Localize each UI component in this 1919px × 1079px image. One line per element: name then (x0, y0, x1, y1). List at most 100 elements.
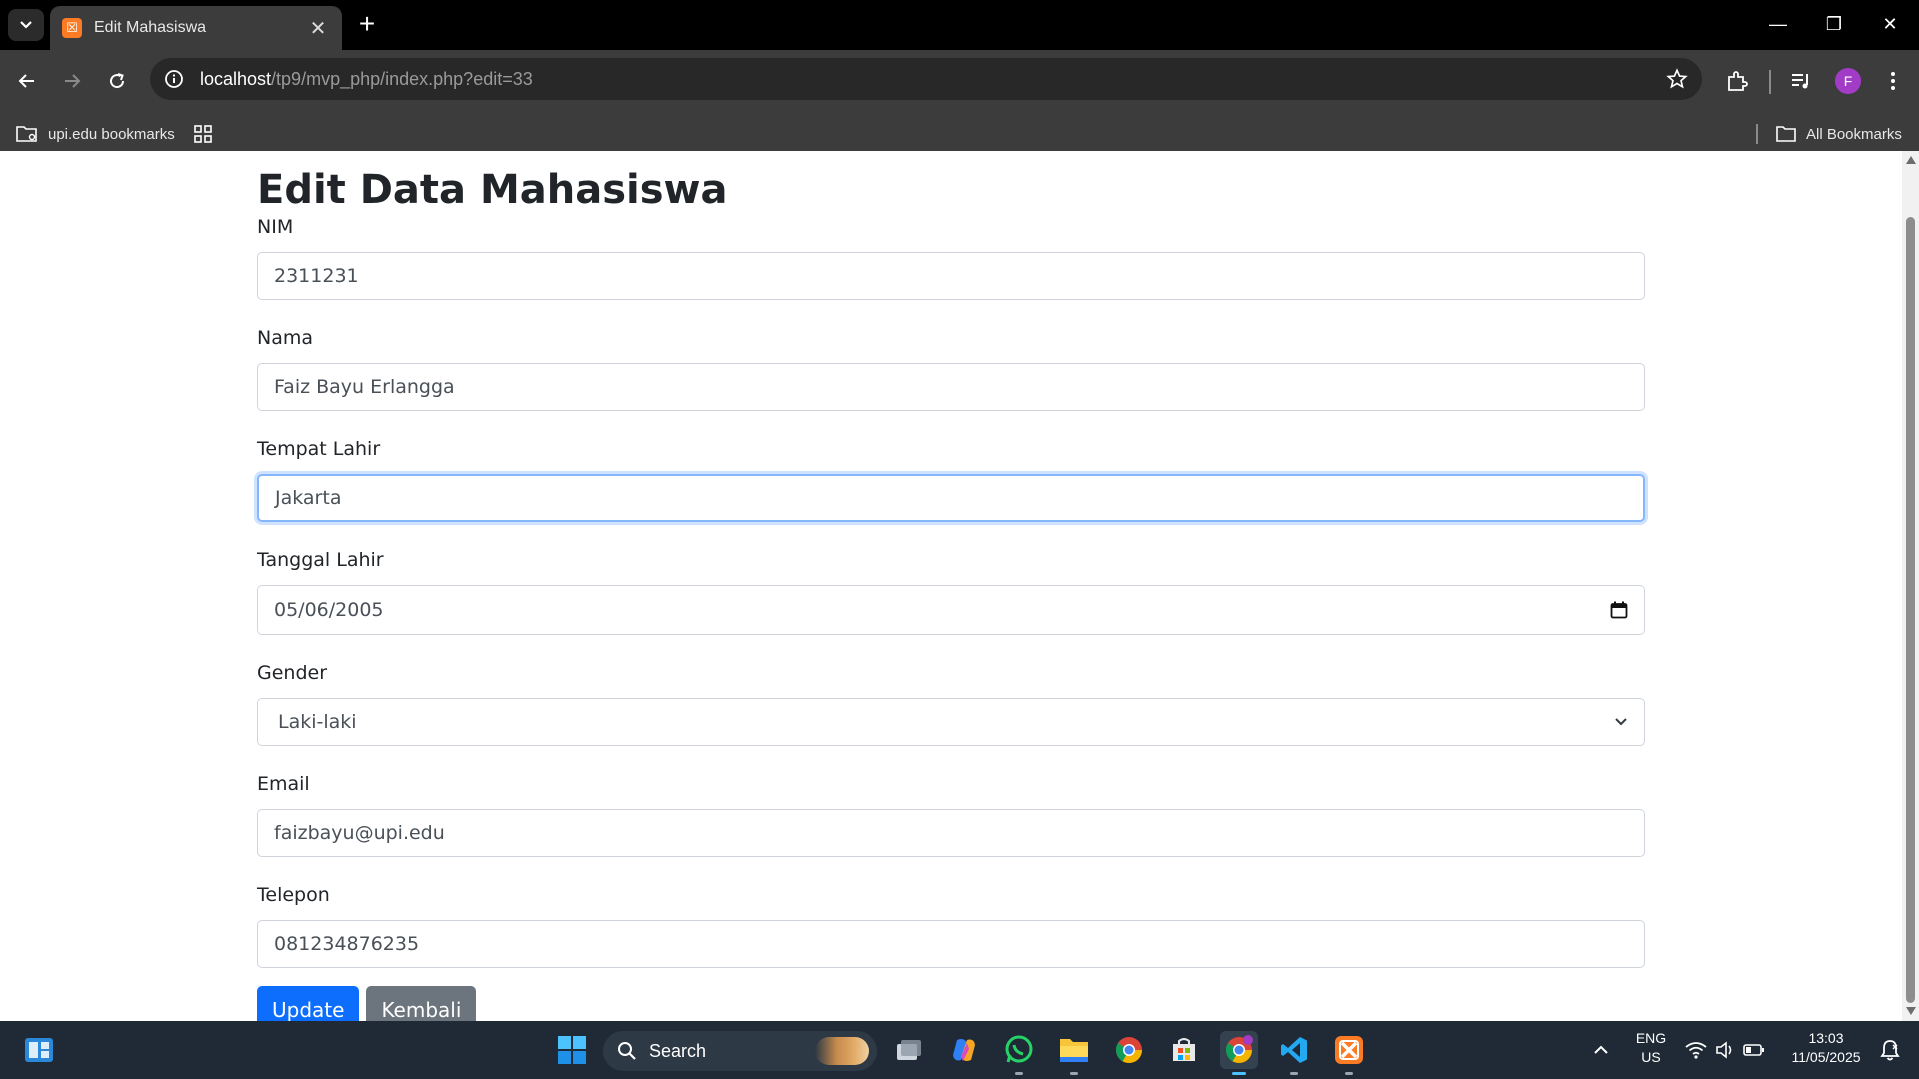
xampp-icon (1335, 1036, 1363, 1064)
chrome-profile-button[interactable] (1220, 1031, 1258, 1075)
tab-search-button[interactable] (8, 9, 44, 41)
address-bar[interactable]: localhost/tp9/mvp_php/index.php?edit=33 (150, 58, 1702, 100)
telepon-label: Telepon (257, 884, 330, 906)
search-highlight-image (815, 1037, 869, 1065)
close-window-button[interactable]: ✕ (1870, 8, 1910, 40)
bookmark-folder-upi[interactable]: upi.edu bookmarks (16, 125, 175, 143)
language-code: ENG (1635, 1030, 1667, 1046)
clock-time: 13:03 (1808, 1030, 1844, 1046)
forward-button[interactable] (55, 64, 89, 98)
minimize-button[interactable]: — (1758, 8, 1798, 40)
browser-menu-button[interactable] (1876, 64, 1910, 98)
widgets-icon (25, 1038, 53, 1062)
bookmarks-divider (1756, 124, 1758, 144)
notifications-button[interactable] (1875, 1031, 1905, 1069)
page-viewport: Edit Data Mahasiswa NIM 2311231 Nama Fai… (0, 151, 1902, 1021)
profile-button[interactable]: F (1831, 64, 1865, 98)
more-vertical-icon (1891, 72, 1895, 90)
xampp-button[interactable] (1330, 1031, 1368, 1075)
bookmark-star-icon[interactable] (1666, 68, 1688, 95)
puzzle-icon (1728, 71, 1748, 91)
vscode-button[interactable] (1275, 1031, 1313, 1075)
microsoft-store-button[interactable] (1165, 1031, 1203, 1069)
store-icon (1173, 1038, 1195, 1061)
media-control-button[interactable] (1784, 64, 1818, 98)
file-explorer-button[interactable] (1055, 1031, 1093, 1075)
page-scrollbar[interactable] (1902, 151, 1919, 1021)
running-indicator (1070, 1072, 1078, 1075)
folder-icon (1060, 1039, 1088, 1062)
bell-icon (1880, 1040, 1900, 1061)
task-view-button[interactable] (890, 1031, 928, 1069)
tempat-lahir-value: Jakarta (275, 487, 342, 509)
tab-edit-mahasiswa[interactable]: ☒ Edit Mahasiswa ✕ (50, 6, 342, 50)
wifi-icon (1685, 1042, 1707, 1059)
show-hidden-icons-button[interactable] (1582, 1031, 1620, 1069)
avatar: F (1835, 68, 1861, 94)
apps-grid-icon (194, 125, 212, 143)
reload-button[interactable] (100, 64, 134, 98)
back-button[interactable] (10, 64, 44, 98)
nama-input[interactable]: Faiz Bayu Erlangga (257, 363, 1645, 411)
telepon-input[interactable]: 081234876235 (257, 920, 1645, 968)
scroll-up-arrow-icon[interactable] (1906, 156, 1916, 164)
extensions-button[interactable] (1720, 64, 1754, 98)
scroll-down-arrow-icon[interactable] (1906, 1007, 1916, 1015)
gender-select[interactable]: Laki-laki (257, 698, 1645, 746)
email-value: faizbayu@upi.edu (274, 822, 445, 844)
gender-label: Gender (257, 662, 328, 684)
copilot-button[interactable] (945, 1031, 983, 1069)
tanggal-lahir-input[interactable]: 05/06/2005 (257, 585, 1645, 635)
field-nama: Nama Faiz Bayu Erlangga (257, 325, 1645, 411)
whatsapp-icon (1005, 1035, 1033, 1063)
task-view-icon (897, 1040, 921, 1060)
chevron-down-icon (20, 21, 32, 29)
update-button[interactable]: Update (257, 986, 360, 1021)
windows-taskbar: Search ENG US 13:03 11/05/2025 (0, 1021, 1919, 1079)
running-indicator (1015, 1072, 1023, 1075)
volume-icon (1716, 1041, 1732, 1059)
tanggal-lahir-label: Tanggal Lahir (257, 549, 384, 571)
nim-input[interactable]: 2311231 (257, 252, 1645, 300)
tanggal-lahir-value: 05/06/2005 (274, 599, 384, 621)
new-tab-button[interactable]: + (352, 10, 382, 40)
tempat-lahir-input[interactable]: Jakarta (257, 474, 1645, 522)
site-info-icon[interactable] (164, 69, 184, 89)
running-indicator (1290, 1072, 1298, 1075)
clock-date: 11/05/2025 (1791, 1049, 1861, 1065)
chevron-down-icon (1615, 718, 1627, 726)
clock[interactable]: 13:03 11/05/2025 (1778, 1029, 1874, 1067)
active-indicator (1232, 1072, 1246, 1075)
reload-icon (110, 73, 125, 89)
scrollbar-thumb[interactable] (1906, 217, 1915, 1003)
all-bookmarks-button[interactable]: All Bookmarks (1776, 126, 1902, 143)
form-actions: Update Kembali (257, 986, 1645, 1021)
url-text[interactable]: localhost/tp9/mvp_php/index.php?edit=33 (200, 69, 533, 90)
start-button[interactable] (553, 1031, 591, 1069)
widgets-button[interactable] (20, 1031, 58, 1069)
arrow-left-icon (18, 74, 34, 88)
restore-button[interactable]: ❐ (1814, 8, 1854, 40)
all-bookmarks-label: All Bookmarks (1806, 125, 1902, 143)
battery-icon (1743, 1044, 1764, 1056)
field-tanggal-lahir: Tanggal Lahir 05/06/2005 (257, 547, 1645, 635)
kembali-button[interactable]: Kembali (366, 986, 477, 1021)
chrome-button[interactable] (1110, 1031, 1148, 1069)
apps-shortcut[interactable] (194, 125, 222, 143)
whatsapp-button[interactable] (1000, 1031, 1038, 1075)
xampp-icon: ☒ (62, 18, 82, 38)
close-icon[interactable]: ✕ (306, 16, 330, 41)
field-gender: Gender Laki-laki (257, 660, 1645, 746)
taskbar-search[interactable]: Search (603, 1031, 877, 1071)
quick-settings-button[interactable] (1680, 1031, 1770, 1069)
url-host: localhost (200, 68, 272, 89)
bookmark-label: upi.edu bookmarks (48, 125, 175, 143)
windows-logo-icon (558, 1036, 586, 1064)
nama-label: Nama (257, 327, 314, 349)
language-indicator[interactable]: ENG US (1628, 1029, 1674, 1067)
email-input[interactable]: faizbayu@upi.edu (257, 809, 1645, 857)
calendar-icon[interactable] (1610, 601, 1628, 619)
nim-label: NIM (257, 216, 294, 238)
chevron-up-icon (1594, 1045, 1608, 1054)
search-label: Search (649, 1040, 707, 1061)
